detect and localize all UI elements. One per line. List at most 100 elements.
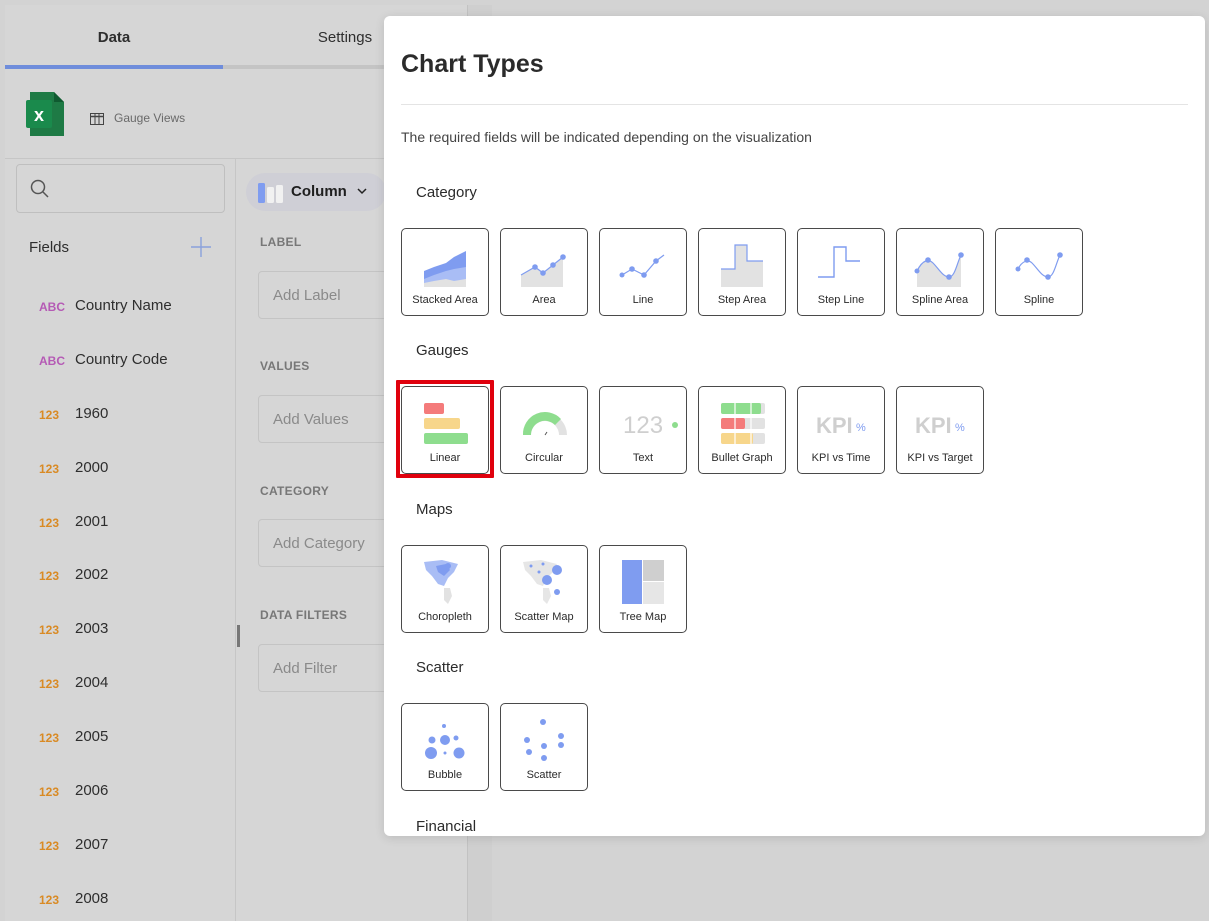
field-name: 2003 [75,620,109,637]
tile-label: Bubble [427,769,463,781]
tile-label: Line [632,294,654,306]
dialog-description: The required fields will be indicated de… [401,129,812,145]
scatter-section-title: Scatter [416,659,464,676]
chart-type-spline[interactable]: Spline [995,228,1083,316]
tile-label: Scatter [526,769,562,781]
bullet-graph-icon [721,403,765,444]
chart-type-bullet-graph[interactable]: Bullet Graph [698,386,786,474]
fields-title: Fields [29,239,70,256]
field-item[interactable]: 123 2005 [29,724,229,754]
chart-type-tree-map[interactable]: Tree Map [599,545,687,633]
scatter-map-icon [523,560,562,604]
chart-type-step-line[interactable]: Step Line [797,228,885,316]
scatter-chart-icon [524,719,564,761]
chart-types-dialog: Chart Types The required fields will be … [384,16,1205,836]
chart-type-bubble[interactable]: Bubble [401,703,489,791]
field-item[interactable]: 123 1960 [29,401,229,431]
tile-label: Bullet Graph [711,452,773,464]
chart-type-choropleth[interactable]: Choropleth [401,545,489,633]
field-item[interactable]: 123 2000 [29,455,229,485]
data-source-label: Gauge Views [114,111,186,125]
field-name: 2007 [75,836,109,853]
chart-type-label: Column [291,183,347,200]
field-item[interactable]: 123 2006 [29,778,229,808]
chart-type-text[interactable]: 123 Text [599,386,687,474]
field-item[interactable]: 123 2003 [29,616,229,646]
category-section-title: Category [416,184,477,201]
field-name: Country Code [75,351,168,368]
field-item[interactable]: 123 2007 [29,832,229,862]
field-name: 2002 [75,566,109,583]
tree-map-icon [622,560,664,604]
data-filters-section-title: DATA FILTERS [260,608,348,622]
text-gauge-number: 123 [623,412,663,439]
chevron-down-icon [357,188,367,195]
field-item[interactable]: ABC Country Code [29,347,229,377]
tile-label: Circular [525,452,563,464]
spline-chart-icon [1015,252,1063,280]
field-name: Country Name [75,297,172,314]
chart-type-kpi-vs-time[interactable]: KPI % KPI vs Time [797,386,885,474]
chart-type-selector[interactable]: Column [246,173,386,211]
bubble-chart-icon [425,724,465,759]
tile-label: Text [632,452,654,464]
line-chart-icon [619,254,665,278]
field-item[interactable]: ABC Country Name [29,293,229,323]
field-item[interactable]: 123 2002 [29,562,229,592]
tile-label: KPI vs Time [811,452,871,464]
tile-label: Area [532,294,556,306]
kpi-icon: KPI % [816,413,866,438]
field-name: 2006 [75,782,109,799]
search-icon [30,179,49,198]
tile-label: Step Area [717,294,767,306]
add-field-icon[interactable] [190,236,212,258]
number-type-icon: 123 [39,516,60,530]
chart-type-spline-area[interactable]: Spline Area [896,228,984,316]
field-search-input[interactable] [16,164,225,213]
svg-text:x: x [34,105,44,125]
tile-label: Spline Area [911,294,969,306]
tab-data[interactable]: Data [5,5,223,69]
panel-resize-handle[interactable] [237,625,240,647]
chart-type-circular[interactable]: Circular [500,386,588,474]
kpi-percent-text: % [856,422,866,434]
tile-label: Scatter Map [514,611,574,623]
category-placeholder: Add Category [273,535,365,552]
tile-label: Spline [1023,294,1055,306]
field-item[interactable]: 123 2001 [29,509,229,539]
text-type-icon: ABC [39,354,65,368]
choropleth-map-icon [424,560,458,604]
text-gauge-icon: 123 [623,412,678,439]
tab-active-indicator [5,65,223,69]
gauges-section-title: Gauges [416,342,469,359]
spline-area-icon [914,252,964,287]
chart-type-line[interactable]: Line [599,228,687,316]
kpi-icon-text: KPI [915,413,952,438]
kpi-icon-text: KPI [816,413,853,438]
area-chart-icon [520,254,566,287]
field-name: 2001 [75,513,109,530]
step-area-icon [721,244,763,287]
chart-type-area[interactable]: Area [500,228,588,316]
circular-gauge-icon [522,412,567,436]
number-type-icon: 123 [39,569,60,583]
field-item[interactable]: 123 2004 [29,670,229,700]
kpi-percent-text: % [955,422,965,434]
table-icon [90,113,104,125]
tile-label: KPI vs Target [907,452,973,464]
field-name: 2005 [75,728,109,745]
chart-type-scatter[interactable]: Scatter [500,703,588,791]
financial-section-title: Financial [416,818,477,835]
number-type-icon: 123 [39,623,60,637]
chart-type-scatter-map[interactable]: Scatter Map [500,545,588,633]
label-section-title: LABEL [260,235,302,249]
field-name: 2008 [75,890,109,907]
tile-label: Stacked Area [412,294,478,306]
chart-type-step-area[interactable]: Step Area [698,228,786,316]
dialog-title: Chart Types [401,50,544,78]
tile-label: Step Line [817,294,865,306]
dialog-divider [401,104,1188,105]
chart-type-kpi-vs-target[interactable]: KPI % KPI vs Target [896,386,984,474]
field-item[interactable]: 123 2008 [29,886,229,916]
chart-type-stacked-area[interactable]: Stacked Area [401,228,489,316]
